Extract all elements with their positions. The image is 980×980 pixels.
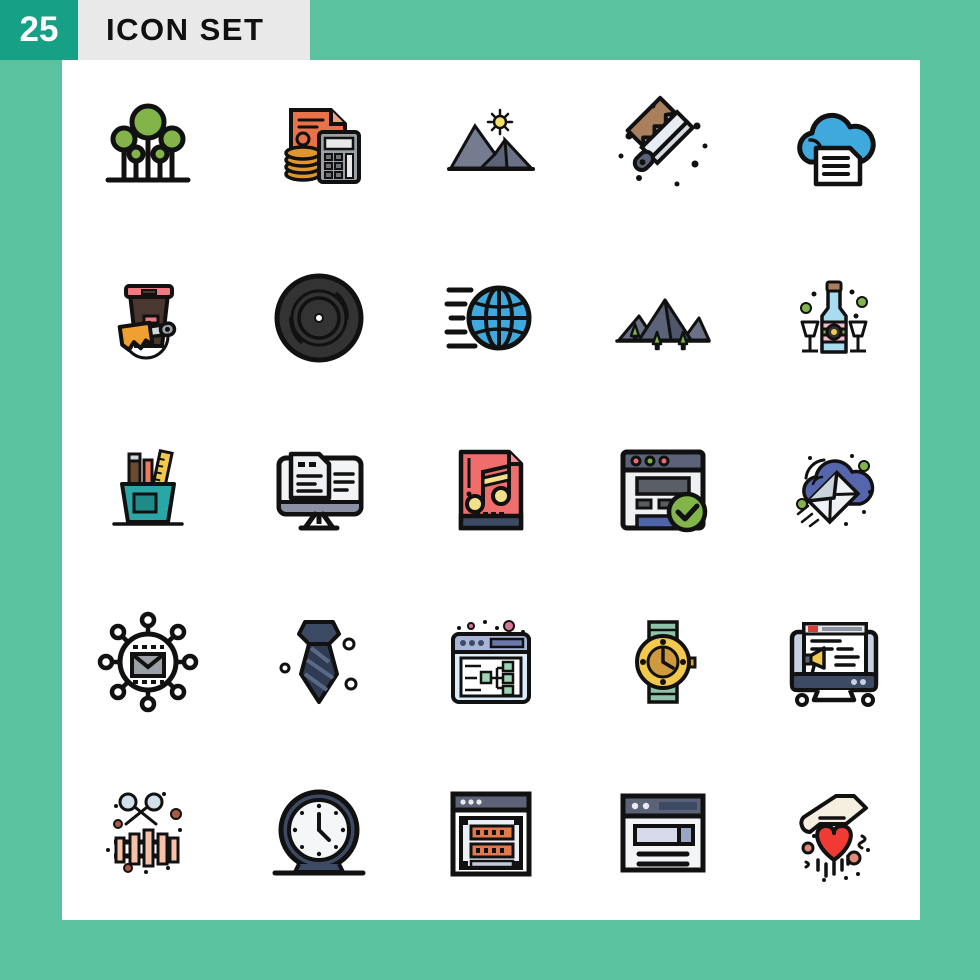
browser-verified-icon (620, 449, 707, 533)
icon-cell-table-clock[interactable] (234, 748, 406, 920)
icon-cell-monitor-megaphone[interactable] (748, 576, 920, 748)
icon-cell-music-file[interactable] (405, 404, 577, 576)
icon-cell-browser-verified[interactable] (577, 404, 749, 576)
trees-growth-icon (105, 103, 191, 183)
browser-sitemap-icon (450, 620, 531, 704)
icon-cell-browser-server[interactable] (405, 748, 577, 920)
icon-cell-paint-bucket[interactable] (62, 232, 234, 404)
paint-bucket-icon (117, 284, 177, 360)
mountains-trees-icon (614, 298, 711, 351)
icon-cell-cloud-document[interactable] (748, 60, 920, 232)
paint-brush-icon (618, 95, 708, 187)
icon-cell-accounting[interactable] (234, 60, 406, 232)
hand-heart-icon (799, 794, 871, 882)
icon-cell-wristwatch[interactable] (577, 576, 749, 748)
vinyl-record-icon (274, 273, 364, 363)
music-file-icon (458, 449, 524, 531)
icon-cell-wine-bottle-glasses[interactable] (748, 232, 920, 404)
browser-search-icon (620, 793, 706, 873)
email-network-icon (97, 611, 199, 713)
icon-cell-xylophone[interactable] (62, 748, 234, 920)
icon-cell-vinyl-record[interactable] (234, 232, 406, 404)
icon-count-badge: 25 (0, 0, 78, 60)
icon-card (62, 60, 920, 920)
page-title: ICON SET (78, 0, 310, 60)
pencil-holder-icon (112, 448, 184, 526)
browser-server-icon (450, 791, 532, 877)
monitor-megaphone-icon (789, 622, 879, 707)
cloud-document-icon (797, 112, 876, 187)
icon-cell-cloud-mail[interactable] (748, 404, 920, 576)
accounting-icon (284, 108, 362, 184)
icon-cell-necktie[interactable] (234, 576, 406, 748)
icon-grid (62, 60, 920, 920)
icon-cell-paint-brush[interactable] (577, 60, 749, 232)
icon-cell-monitor-document[interactable] (234, 404, 406, 576)
icon-cell-pencil-holder[interactable] (62, 404, 234, 576)
monitor-document-icon (276, 451, 364, 531)
icon-cell-browser-sitemap[interactable] (405, 576, 577, 748)
cloud-mail-icon (796, 454, 875, 528)
icon-cell-browser-search[interactable] (577, 748, 749, 920)
icon-cell-mountain-sun[interactable] (405, 60, 577, 232)
globe-speed-icon (444, 285, 532, 351)
icon-cell-hand-heart[interactable] (748, 748, 920, 920)
icon-cell-email-network[interactable] (62, 576, 234, 748)
wristwatch-icon (634, 620, 697, 704)
icon-cell-mountains-trees[interactable] (577, 232, 749, 404)
necktie-icon (279, 620, 358, 704)
mountain-sun-icon (446, 108, 535, 171)
header: 25 ICON SET (0, 0, 310, 60)
table-clock-icon (272, 789, 366, 876)
wine-bottle-glasses-icon (800, 280, 869, 354)
icon-cell-globe-speed[interactable] (405, 232, 577, 404)
icon-set-page: 25 ICON SET (0, 0, 980, 980)
xylophone-icon (105, 792, 182, 874)
icon-cell-trees-growth[interactable] (62, 60, 234, 232)
